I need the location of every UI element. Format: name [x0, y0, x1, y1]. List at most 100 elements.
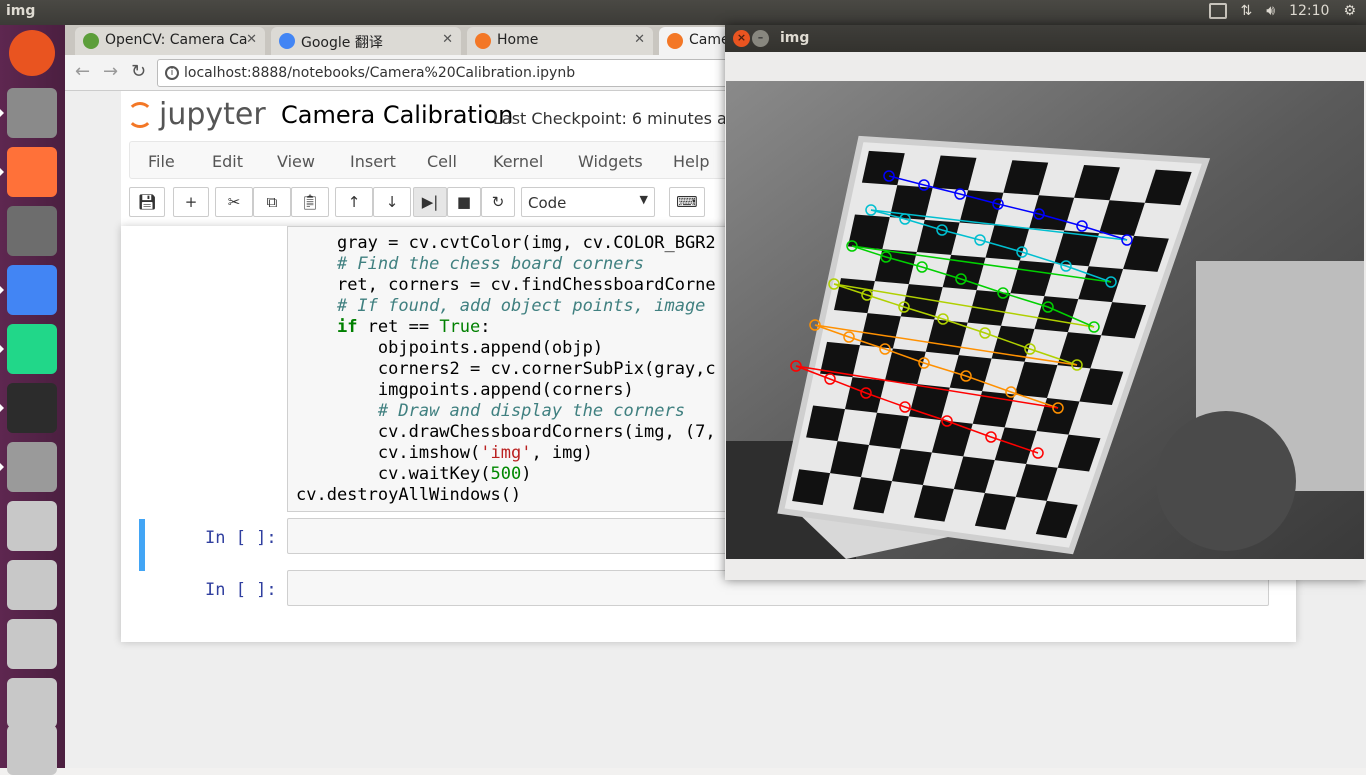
favicon-icon	[279, 33, 295, 49]
firefox-icon[interactable]	[7, 147, 57, 197]
info-icon[interactable]: i	[165, 66, 179, 80]
active-app-title: img	[6, 3, 36, 19]
keyboard-shortcuts-icon[interactable]: ⌨	[669, 187, 705, 217]
chevron-down-icon: ▼	[639, 193, 648, 206]
code-token: 500	[490, 464, 522, 484]
cell-prompt: In [ ]:	[205, 580, 277, 600]
image-window: × – img	[725, 25, 1366, 580]
code-token: ret, corners = cv.findChessboardCorne	[336, 275, 716, 295]
drive-icon[interactable]	[7, 678, 57, 728]
code-token: imgpoints.append(corners)	[377, 380, 634, 400]
running-indicator	[0, 345, 4, 353]
help-icon[interactable]	[7, 442, 57, 492]
run-icon[interactable]: ▶|	[413, 187, 447, 217]
browser-tab[interactable]: OpenCV: Camera Ca ✕	[75, 27, 265, 55]
code-token: cv.drawChessboardCorners(img, (7,	[377, 422, 716, 442]
paste-icon[interactable]: 📋︎	[291, 187, 329, 217]
keyboard-icon[interactable]	[1208, 3, 1227, 19]
running-indicator	[0, 404, 4, 412]
favicon-icon	[83, 33, 99, 49]
close-tab-icon[interactable]: ✕	[442, 32, 453, 47]
code-token: cv.imshow(	[377, 443, 481, 463]
browser-tab[interactable]: Home ✕	[467, 27, 653, 55]
cell-type-select[interactable]: Code ▼	[521, 187, 655, 217]
jupyter-logo[interactable]: jupyter	[127, 97, 266, 132]
checkpoint-status: Last Checkpoint: 6 minutes ago	[493, 109, 747, 128]
tab-label: Google 翻译	[301, 35, 383, 51]
drive-icon[interactable]	[7, 619, 57, 669]
move-down-icon[interactable]: ↓	[373, 187, 411, 217]
menu-widgets[interactable]: Widgets	[578, 152, 643, 171]
jupyter-logo-icon	[127, 102, 153, 128]
forward-icon[interactable]: →	[103, 61, 118, 82]
running-indicator	[0, 109, 4, 117]
tab-label: OpenCV: Camera Ca	[105, 32, 248, 48]
url-text: localhost:8888/notebooks/Camera%20Calibr…	[184, 65, 576, 81]
gear-icon[interactable]: ⚙	[1343, 3, 1356, 19]
drive-icon[interactable]	[7, 560, 57, 610]
cut-icon[interactable]: ✂	[215, 187, 253, 217]
notebook-title[interactable]: Camera Calibration	[281, 101, 513, 129]
code-token: # If found, add object points, image	[336, 296, 706, 316]
code-token: , img)	[531, 443, 593, 463]
code-token: 'img'	[480, 443, 532, 463]
reload-icon[interactable]: ↻	[131, 61, 146, 82]
menu-cell[interactable]: Cell	[427, 152, 457, 171]
menu-insert[interactable]: Insert	[350, 152, 396, 171]
volume-icon[interactable]: 🔊︎	[1266, 3, 1275, 19]
running-indicator	[0, 168, 4, 176]
files-icon[interactable]	[7, 88, 57, 138]
network-icon[interactable]: ⇅	[1241, 3, 1253, 19]
drive-icon[interactable]	[7, 501, 57, 551]
minimize-icon[interactable]: –	[752, 30, 769, 47]
menu-kernel[interactable]: Kernel	[493, 152, 543, 171]
launcher	[0, 25, 65, 775]
tab-label: Home	[497, 32, 539, 48]
interrupt-icon[interactable]: ■	[447, 187, 481, 217]
code-token: :	[480, 317, 491, 337]
menu-file[interactable]: File	[148, 152, 175, 171]
menu-help[interactable]: Help	[673, 152, 709, 171]
clock[interactable]: 12:10	[1289, 3, 1329, 19]
close-tab-icon[interactable]: ✕	[634, 32, 645, 47]
system-tray: ⇅ 🔊︎ 12:10 ⚙	[1208, 3, 1356, 19]
back-icon[interactable]: ←	[75, 61, 90, 82]
code-token: # Draw and display the corners	[377, 401, 685, 421]
code-token: True	[439, 317, 481, 337]
code-token: gray = cv.cvtColor(img, cv.COLOR_BGR2	[336, 233, 716, 253]
window-titlebar[interactable]: × – img	[725, 25, 1366, 52]
code-token: # Find the chess board corners	[336, 254, 644, 274]
chrome-icon[interactable]	[7, 265, 57, 315]
close-tab-icon[interactable]: ✕	[246, 32, 257, 47]
menu-edit[interactable]: Edit	[212, 152, 243, 171]
running-indicator	[0, 286, 4, 294]
favicon-icon	[475, 33, 491, 49]
code-token: objpoints.append(objp)	[377, 338, 604, 358]
cell-prompt: In [ ]:	[205, 528, 277, 548]
close-icon[interactable]: ×	[733, 30, 750, 47]
browser-tab[interactable]: Google 翻译 ✕	[271, 27, 461, 55]
selected-cell-indicator	[139, 519, 145, 571]
system-settings-icon[interactable]	[7, 206, 57, 256]
window-title: img	[780, 30, 810, 46]
favicon-icon	[667, 33, 683, 49]
insert-cell-icon[interactable]: +	[173, 187, 209, 217]
menu-view[interactable]: View	[277, 152, 315, 171]
pycharm-icon[interactable]	[7, 324, 57, 374]
top-panel: img ⇅ 🔊︎ 12:10 ⚙	[0, 0, 1366, 25]
code-token: ret ==	[357, 317, 440, 337]
running-indicator	[0, 463, 4, 471]
code-token: cv.destroyAllWindows()	[296, 485, 522, 505]
save-icon[interactable]: 💾︎	[129, 187, 165, 217]
code-token: corners2 = cv.cornerSubPix(gray,c	[377, 359, 716, 379]
chessboard-image	[726, 81, 1364, 559]
camera-image	[726, 81, 1364, 559]
code-token: if	[336, 317, 358, 337]
board-square	[847, 214, 890, 250]
move-up-icon[interactable]: ↑	[335, 187, 373, 217]
terminal-icon[interactable]	[7, 383, 57, 433]
code-token: cv.waitKey(	[377, 464, 491, 484]
copy-icon[interactable]: ⧉	[253, 187, 291, 217]
ubuntu-dash-icon[interactable]	[9, 30, 55, 76]
restart-icon[interactable]: ↻	[481, 187, 515, 217]
